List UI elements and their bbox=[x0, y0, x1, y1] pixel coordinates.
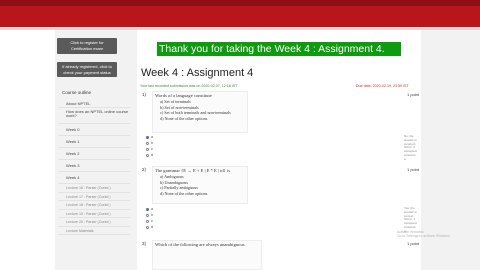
question-1-radio-d[interactable]: d bbox=[146, 152, 153, 158]
radio-label: d bbox=[151, 153, 154, 157]
outline-item-lecture-18[interactable]: Lecture 18 : Parser (Contd.) bbox=[58, 201, 130, 210]
radio-label: a bbox=[151, 207, 154, 211]
payment-button-line-2: check your payment status bbox=[63, 69, 111, 75]
radio-icon bbox=[146, 153, 149, 157]
radio-icon bbox=[146, 225, 149, 229]
feedback-line: a bbox=[404, 156, 406, 161]
outline-item-lecture-19[interactable]: Lecture 19 : Parser (Contd.) bbox=[58, 210, 130, 218]
radio-selected-icon bbox=[146, 207, 149, 211]
header-strip bbox=[0, 0, 480, 6]
radio-icon bbox=[146, 141, 149, 145]
question-1-feedback: No, the answer is incorrect. Score: 0 Ac… bbox=[404, 134, 421, 162]
outline-item-week-0[interactable]: Week 0 bbox=[58, 124, 130, 136]
course-outline-list: About NPTEL How does an NPTEL online cou… bbox=[58, 96, 130, 235]
question-2-number: 2) bbox=[142, 167, 147, 172]
feedback-line: Accepted Answers: bbox=[404, 149, 417, 157]
register-button-line-2: Certification exam bbox=[70, 45, 103, 51]
outline-item-week-1[interactable]: Week 1 bbox=[58, 136, 130, 148]
radio-label: c bbox=[151, 147, 153, 151]
question-1-number: 1) bbox=[142, 92, 147, 97]
outline-item-week-2[interactable]: Week 2 bbox=[58, 148, 130, 160]
question-3-text: Which of the following are always unambi… bbox=[155, 242, 245, 247]
payment-status-button[interactable]: If already registered, click to check yo… bbox=[57, 62, 117, 77]
register-certification-button[interactable]: Click to register for Certification exam bbox=[57, 38, 117, 54]
question-2-option-d: d) None of the other options bbox=[160, 190, 208, 196]
due-date-text: Due date: 2020-02-19, 23:59 IST bbox=[356, 84, 409, 88]
top-header-bar bbox=[0, 0, 480, 30]
thank-you-banner: Thank you for taking the Week 4 : Assign… bbox=[157, 42, 401, 56]
question-3-box: Which of the following are always unambi… bbox=[152, 240, 262, 270]
outline-item-about-nptel[interactable]: About NPTEL bbox=[58, 96, 130, 108]
radio-label: b bbox=[151, 213, 154, 217]
question-3-points: 1 point bbox=[407, 241, 420, 246]
watermark-line-2: Go to Settings to activate Windows. bbox=[397, 234, 451, 239]
outline-item-lecture-20[interactable]: Lecture 20 : Parser (Contd.) bbox=[58, 218, 130, 227]
question-1-radio-group: a b c d bbox=[146, 134, 153, 158]
radio-label: c bbox=[151, 219, 153, 223]
radio-selected-icon bbox=[146, 135, 149, 139]
question-3-number: 3) bbox=[142, 241, 147, 246]
outline-item-how-course-works[interactable]: How does an NPTEL online course work? bbox=[58, 108, 130, 124]
outline-item-week-3[interactable]: Week 3 bbox=[58, 160, 130, 172]
outline-item-lecture-16[interactable]: Lecture 16 : Parser (Contd.) bbox=[58, 184, 130, 193]
question-1-option-d: d) None of the other options bbox=[160, 115, 208, 121]
outline-item-week-4[interactable]: Week 4 bbox=[58, 172, 130, 184]
course-outline-title: Course outline bbox=[62, 90, 92, 95]
question-2-points: 1 point bbox=[407, 167, 420, 172]
radio-icon bbox=[146, 147, 149, 151]
payment-button-line-1: If already registered, click to bbox=[62, 64, 112, 69]
radio-label: a bbox=[151, 135, 154, 139]
radio-icon bbox=[146, 219, 149, 223]
page-title: Week 4 : Assignment 4 bbox=[141, 67, 254, 79]
activate-windows-watermark: Activate Windows Go to Settings to activ… bbox=[397, 230, 451, 238]
question-1-box: Words of a language constitute a) Set of… bbox=[152, 91, 248, 133]
question-2-radio-d[interactable]: d bbox=[146, 224, 153, 230]
radio-label: b bbox=[151, 141, 154, 145]
last-submission-text: Your last recorded submission was on 202… bbox=[140, 84, 238, 88]
main-content bbox=[137, 30, 421, 270]
feedback-line: Accepted Answers: bbox=[404, 221, 417, 229]
question-1-points: 1 point bbox=[407, 92, 420, 97]
question-2-box: The grammar {E → E + E | E * E | id} is … bbox=[152, 166, 248, 204]
radio-label: d bbox=[151, 225, 154, 229]
outline-item-lecture-materials[interactable]: Lecture Materials bbox=[58, 227, 130, 235]
radio-icon bbox=[146, 213, 149, 217]
question-2-radio-group: a b c d bbox=[146, 206, 153, 230]
outline-item-lecture-17[interactable]: Lecture 17 : Parser (Contd.) bbox=[58, 193, 130, 201]
